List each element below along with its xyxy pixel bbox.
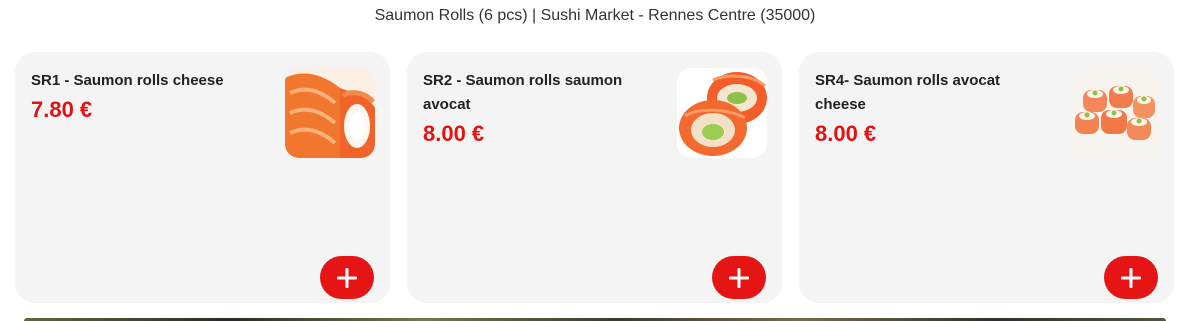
product-card-sr4[interactable]: SR4- Saumon rolls avocat cheese 8.00 € bbox=[799, 52, 1174, 303]
product-info: SR2 - Saumon rolls saumon avocat 8.00 € bbox=[423, 69, 658, 147]
product-price: 8.00 € bbox=[815, 121, 877, 146]
product-price: 7.80 € bbox=[31, 97, 93, 122]
plus-icon bbox=[337, 267, 357, 288]
salmon-roll-cheese-image-art bbox=[285, 68, 375, 158]
product-info: SR4- Saumon rolls avocat cheese 8.00 € bbox=[815, 69, 1050, 147]
product-name: SR2 - Saumon rolls saumon avocat bbox=[423, 72, 623, 113]
add-to-cart-button[interactable] bbox=[712, 256, 766, 299]
plus-icon bbox=[1121, 267, 1141, 288]
product-card-sr1[interactable]: SR1 - Saumon rolls cheese 7.80 € bbox=[15, 52, 390, 303]
salmon-roll-avocado-cheese-image-art bbox=[1069, 68, 1159, 158]
product-card-sr2[interactable]: SR2 - Saumon rolls saumon avocat 8.00 € bbox=[407, 52, 782, 303]
product-list: SR1 - Saumon rolls cheese 7.80 € SR2 - S… bbox=[15, 52, 1174, 303]
product-name: SR4- Saumon rolls avocat cheese bbox=[815, 72, 1001, 113]
product-name: SR1 - Saumon rolls cheese bbox=[31, 72, 224, 89]
product-info: SR1 - Saumon rolls cheese 7.80 € bbox=[31, 69, 266, 123]
salmon-roll-cheese-image[interactable] bbox=[285, 68, 375, 158]
salmon-roll-avocado-image-art bbox=[677, 68, 767, 158]
product-price: 8.00 € bbox=[423, 121, 485, 146]
add-to-cart-button[interactable] bbox=[1104, 256, 1158, 299]
add-to-cart-button[interactable] bbox=[320, 256, 374, 299]
page: Saumon Rolls (6 pcs) | Sushi Market - Re… bbox=[0, 0, 1200, 321]
salmon-roll-avocado-image[interactable] bbox=[677, 68, 767, 158]
salmon-roll-avocado-cheese-image[interactable] bbox=[1069, 68, 1159, 158]
plus-icon bbox=[729, 267, 749, 288]
page-title: Saumon Rolls (6 pcs) | Sushi Market - Re… bbox=[374, 7, 816, 24]
